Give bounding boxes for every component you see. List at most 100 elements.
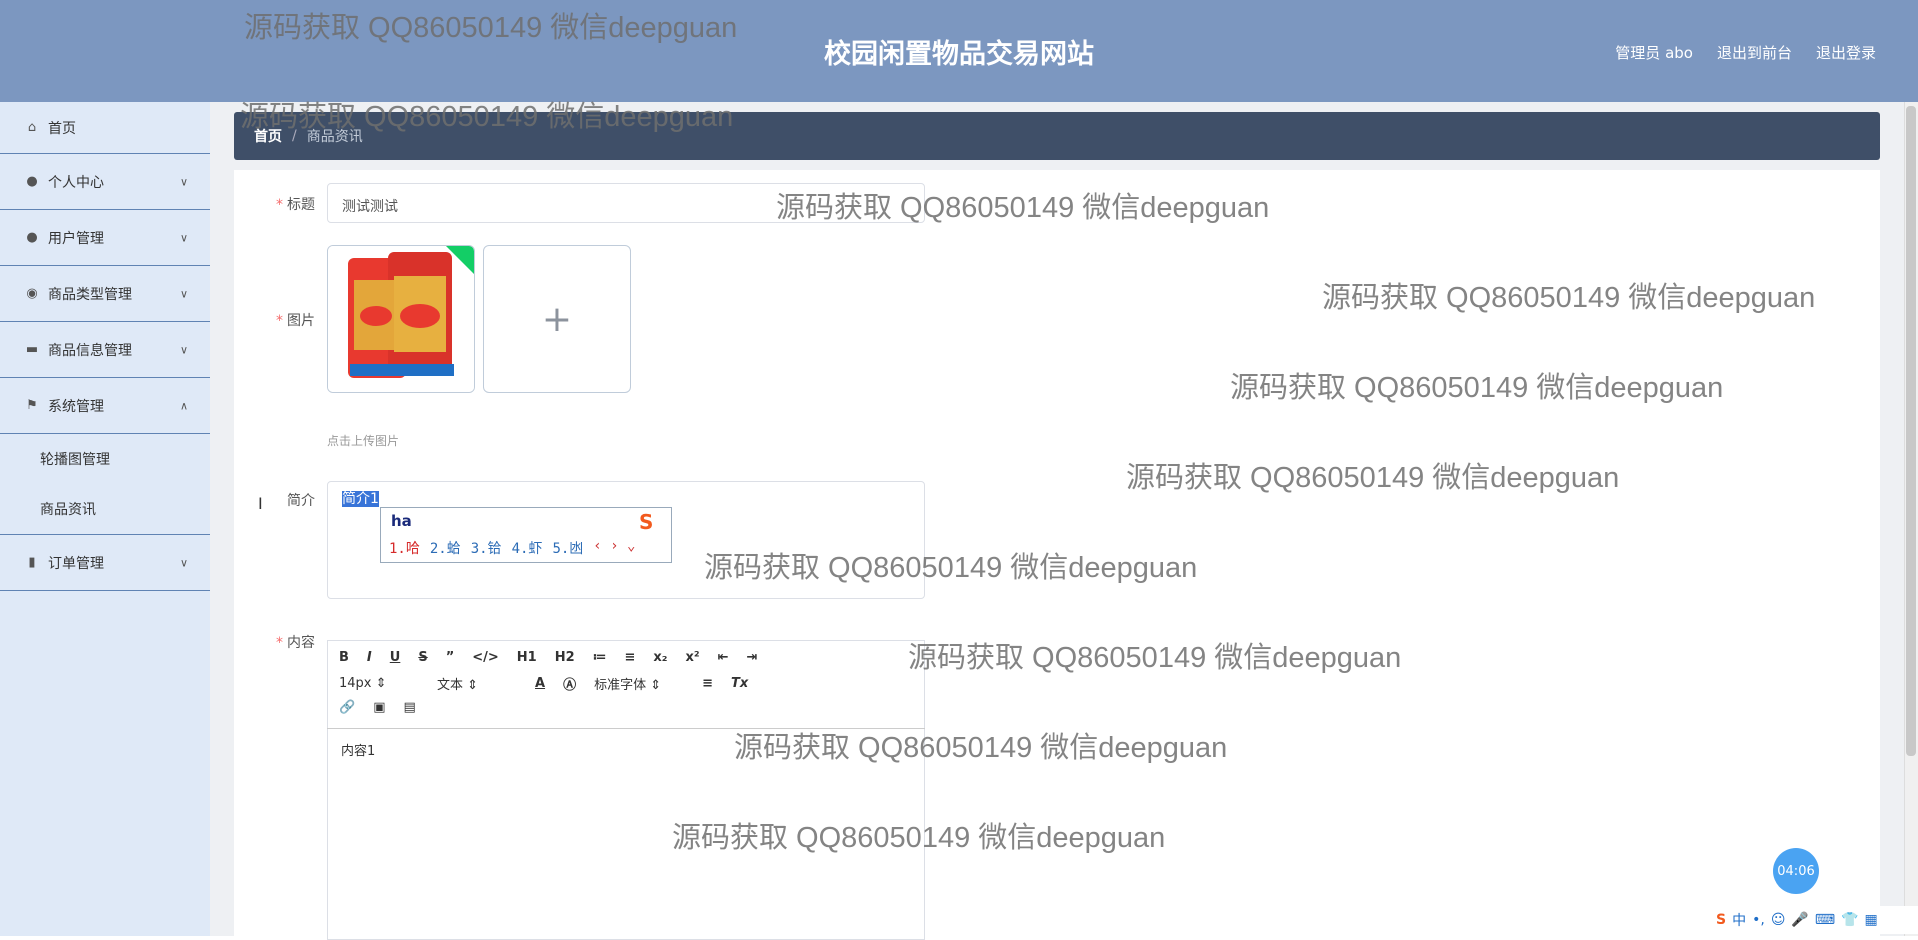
submenu-label: 轮播图管理 — [40, 452, 110, 468]
sidebar-item-label: 用户管理 — [48, 230, 104, 247]
punctuation-icon[interactable]: •, — [1752, 912, 1765, 928]
sogou-tray-icon[interactable]: S — [1716, 912, 1726, 928]
align-icon[interactable]: ≡ — [702, 676, 713, 691]
superscript-button[interactable]: x² — [685, 650, 699, 665]
top-header: 校园闲置物品交易网站 管理员 abo 退出到前台 退出登录 — [0, 0, 1918, 102]
bullet-list-button[interactable]: ≡ — [624, 650, 635, 665]
subscript-button[interactable]: x₂ — [653, 650, 667, 665]
ime-candidate[interactable]: 5.凼 — [552, 538, 583, 558]
code-button[interactable]: </> — [472, 650, 499, 665]
image-icon[interactable]: ▣ — [373, 700, 385, 715]
sidebar-item-system[interactable]: ⚑ 系统管理 ∧ — [0, 378, 210, 434]
editor-toolbar: B I U S ” </> H1 H2 ≔ ≡ x₂ x² ⇤ ⇥ 14px ⇕… — [327, 640, 925, 729]
ordered-list-button[interactable]: ≔ — [593, 650, 607, 665]
header-links: 管理员 abo 退出到前台 退出登录 — [1615, 42, 1876, 63]
image-label: * 图片 — [276, 313, 315, 329]
sidebar-item-label: 个人中心 — [48, 174, 104, 191]
ime-candidate-window[interactable]: ha S 1.哈 2.蛤 3.铪 4.虾 5.凼 ‹ › ⌄ — [380, 507, 672, 563]
chevron-up-icon: ∧ — [179, 399, 188, 412]
ime-candidate[interactable]: 3.铪 — [471, 538, 502, 558]
home-icon: ⌂ — [27, 120, 37, 135]
text-cursor-icon: I — [258, 494, 263, 513]
sidebar-item-personal[interactable]: ● 个人中心 ∨ — [0, 154, 210, 210]
sidebar: ⌂ 首页 ● 个人中心 ∨ ● 用户管理 ∨ ◉ 商品类型管理 ∨ ▬ 商品信息… — [0, 102, 210, 936]
indent-button[interactable]: ⇥ — [746, 650, 757, 665]
sogou-logo-icon: S — [639, 510, 654, 534]
sidebar-item-users[interactable]: ● 用户管理 ∨ — [0, 210, 210, 266]
content-text: 内容1 — [341, 744, 376, 759]
background-color-icon[interactable]: Ⓐ — [563, 674, 576, 693]
sidebar-item-label: 订单管理 — [48, 555, 104, 572]
upload-tip: 点击上传图片 — [327, 434, 400, 448]
sidebar-item-category[interactable]: ◉ 商品类型管理 ∨ — [0, 266, 210, 322]
ticket-icon: ▬ — [25, 342, 39, 357]
sidebar-item-label: 商品信息管理 — [48, 342, 132, 359]
toolbar-row-format: B I U S ” </> H1 H2 ≔ ≡ x₂ x² ⇤ ⇥ — [339, 650, 757, 665]
skin-icon[interactable]: 👕 — [1841, 912, 1858, 928]
size-select[interactable]: 14px ⇕ — [339, 676, 419, 691]
style-select[interactable]: 文本 ⇕ — [437, 674, 517, 693]
plus-icon: + — [541, 298, 573, 340]
emoji-icon[interactable]: ☺ — [1771, 912, 1786, 928]
underline-button[interactable]: U — [390, 650, 401, 665]
breadcrumb-home[interactable]: 首页 — [254, 126, 282, 146]
chevron-down-icon: ∨ — [179, 287, 188, 300]
content-label: * 内容 — [276, 635, 315, 651]
clear-format-icon[interactable]: Tx — [731, 676, 748, 691]
intro-selected-text: 简介1 — [342, 491, 379, 507]
toolbar-row-select: 14px ⇕ 文本 ⇕ A Ⓐ 标准字体 ⇕ ≡ Tx — [339, 674, 748, 693]
sidebar-item-goods[interactable]: ▬ 商品信息管理 ∨ — [0, 322, 210, 378]
breadcrumb: 首页 / 商品资讯 — [234, 112, 1880, 160]
submenu-carousel[interactable]: 轮播图管理 — [0, 434, 210, 484]
blockquote-button[interactable]: ” — [446, 650, 455, 665]
font-select[interactable]: 标准字体 ⇕ — [594, 674, 684, 693]
title-value: 测试测试 — [342, 199, 398, 215]
ime-candidate[interactable]: 2.蛤 — [430, 538, 461, 558]
strike-button[interactable]: S — [418, 650, 427, 665]
chevron-down-icon: ∨ — [179, 231, 188, 244]
snack-package-image — [328, 246, 474, 392]
user-icon: ● — [26, 174, 38, 189]
keyboard-icon[interactable]: ⌨ — [1815, 912, 1835, 928]
ime-page-arrows-icon[interactable]: ‹ › ⌄ — [593, 538, 635, 558]
title-input[interactable]: 测试测试 — [327, 183, 925, 223]
outdent-button[interactable]: ⇤ — [718, 650, 729, 665]
sidebar-item-label: 首页 — [48, 120, 76, 137]
upload-button[interactable]: + — [483, 245, 631, 393]
sidebar-item-label: 商品类型管理 — [48, 286, 132, 303]
h1-button[interactable]: H1 — [517, 650, 537, 665]
microphone-icon[interactable]: 🎤 — [1791, 912, 1808, 928]
title-label: * 标题 — [276, 197, 315, 213]
italic-button[interactable]: I — [367, 650, 372, 665]
ime-candidate[interactable]: 1.哈 — [389, 538, 420, 558]
location-icon: ◉ — [26, 286, 38, 301]
flag-icon: ⚑ — [26, 398, 38, 413]
uploaded-image[interactable] — [327, 245, 475, 393]
h2-button[interactable]: H2 — [555, 650, 575, 665]
bold-button[interactable]: B — [339, 650, 349, 665]
toolbar-row-insert: 🔗 ▣ ▤ — [339, 700, 416, 715]
submenu-news[interactable]: 商品资讯 — [0, 484, 210, 535]
ime-candidate[interactable]: 4.虾 — [512, 538, 543, 558]
ime-candidates[interactable]: 1.哈 2.蛤 3.铪 4.虾 5.凼 ‹ › ⌄ — [389, 538, 635, 558]
sidebar-item-label: 系统管理 — [48, 398, 104, 415]
logout-link[interactable]: 退出登录 — [1816, 42, 1876, 63]
to-front-link[interactable]: 退出到前台 — [1717, 42, 1792, 63]
toolbox-icon[interactable]: ▦ — [1865, 912, 1878, 928]
breadcrumb-current: 商品资讯 — [306, 129, 363, 145]
recording-timer[interactable]: 04:06 — [1773, 848, 1819, 894]
chinese-mode-icon[interactable]: 中 — [1732, 910, 1746, 930]
admin-label: 管理员 abo — [1615, 44, 1693, 62]
sidebar-item-orders[interactable]: ▮ 订单管理 ∨ — [0, 535, 210, 591]
breadcrumb-separator: / — [292, 128, 297, 144]
user-icon: ● — [26, 230, 38, 245]
bar-chart-icon: ▮ — [28, 555, 36, 570]
video-icon[interactable]: ▤ — [403, 700, 415, 715]
scroll-thumb[interactable] — [1906, 106, 1916, 756]
font-color-icon[interactable]: A — [535, 676, 545, 691]
submenu-label: 商品资讯 — [40, 502, 96, 518]
sidebar-item-home[interactable]: ⌂ 首页 — [0, 102, 210, 154]
link-icon[interactable]: 🔗 — [339, 700, 355, 715]
chevron-down-icon: ∨ — [179, 175, 188, 188]
intro-label: 简介 — [287, 493, 315, 509]
